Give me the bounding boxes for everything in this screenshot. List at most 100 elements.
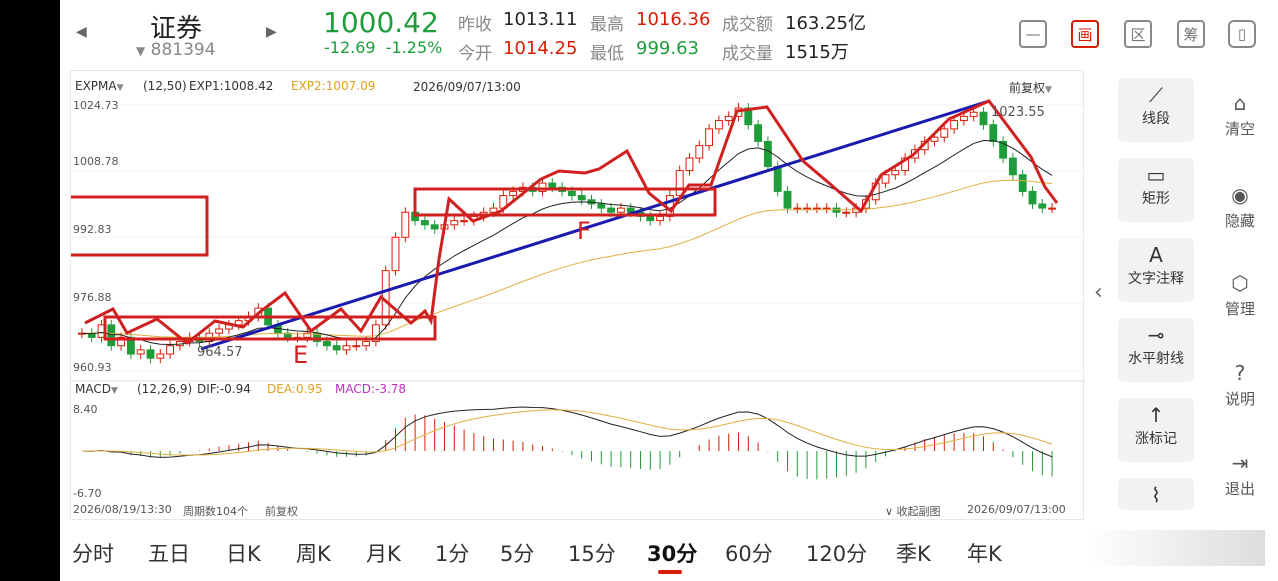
dea-value: DEA:0.95 bbox=[267, 382, 323, 396]
high-label: 最高 bbox=[590, 15, 624, 35]
tab-timeshare[interactable]: 分时 bbox=[72, 538, 114, 568]
side-help[interactable]: ? 说明 bbox=[1210, 358, 1270, 409]
candle bbox=[714, 120, 723, 130]
chevron-down-icon: ▼ bbox=[1045, 85, 1052, 95]
candle bbox=[420, 220, 429, 226]
candle bbox=[665, 195, 674, 217]
amount-value: 163.25亿 bbox=[785, 13, 866, 34]
candle bbox=[1018, 174, 1027, 192]
next-stock-icon[interactable]: ▶ bbox=[266, 24, 277, 40]
candle bbox=[783, 190, 792, 209]
candle bbox=[460, 220, 469, 223]
tab-15min[interactable]: 15分 bbox=[568, 538, 616, 568]
side-hide[interactable]: ◉ 隐藏 bbox=[1210, 180, 1270, 231]
chevron-down-icon: ▼ bbox=[116, 83, 124, 93]
candle bbox=[763, 140, 772, 167]
region-button[interactable]: 区 bbox=[1124, 20, 1152, 48]
indicator-selector[interactable]: EXPMA▼ bbox=[75, 79, 124, 93]
tab-week-k[interactable]: 周K bbox=[296, 538, 331, 568]
adjust-selector[interactable]: 前复权▼ bbox=[1009, 79, 1052, 96]
exit-icon: ⇥ bbox=[1231, 451, 1249, 475]
question-icon: ? bbox=[1234, 361, 1246, 385]
candle bbox=[215, 328, 224, 334]
settings-icon: ⬡ bbox=[1231, 271, 1249, 295]
side-manage[interactable]: ⬡ 管理 bbox=[1210, 268, 1270, 319]
candle bbox=[724, 115, 733, 122]
tab-5min[interactable]: 5分 bbox=[500, 538, 534, 568]
candle bbox=[607, 207, 616, 213]
candle bbox=[509, 190, 518, 197]
eye-icon: ◉ bbox=[1231, 183, 1249, 207]
candle bbox=[803, 207, 812, 210]
draw-button[interactable]: 画 bbox=[1071, 20, 1099, 48]
change-value: -12.69 bbox=[324, 38, 376, 57]
chevron-left-icon[interactable]: ‹ bbox=[1094, 280, 1103, 305]
chevron-down-icon: ▼ bbox=[110, 386, 118, 396]
tab-120min[interactable]: 120分 bbox=[806, 538, 867, 568]
candle bbox=[1008, 157, 1017, 176]
tool-up-mark[interactable]: ↑ 涨标记 bbox=[1118, 398, 1194, 462]
tool-more[interactable]: ⌇ bbox=[1118, 478, 1194, 510]
exp2-value: EXP2:1007.09 bbox=[291, 79, 376, 93]
candle bbox=[695, 145, 704, 159]
more-tabs-fade[interactable] bbox=[1085, 530, 1265, 566]
candle bbox=[999, 140, 1008, 159]
candle bbox=[597, 203, 606, 209]
tab-season-k[interactable]: 季K bbox=[896, 538, 931, 568]
tab-30min[interactable]: 30分 bbox=[647, 538, 697, 568]
candle bbox=[881, 174, 890, 184]
y-tick-3: 992.83 bbox=[73, 223, 112, 236]
trend-line bbox=[200, 99, 990, 351]
low-label: 最低 bbox=[590, 44, 624, 64]
side-exit[interactable]: ⇥ 退出 bbox=[1210, 448, 1270, 499]
tab-1min[interactable]: 1分 bbox=[435, 538, 469, 568]
indicator-params: (12,50) bbox=[143, 79, 187, 93]
change-pct: -1.25% bbox=[385, 38, 443, 57]
low-value: 999.63 bbox=[636, 38, 699, 59]
tool-rectangle[interactable]: ▭ 矩形 bbox=[1118, 158, 1194, 222]
candle bbox=[793, 207, 802, 210]
open-label: 今开 bbox=[458, 44, 492, 64]
tab-year-k[interactable]: 年K bbox=[967, 538, 1002, 568]
macd-value: MACD:-3.78 bbox=[335, 382, 407, 396]
candle bbox=[950, 120, 959, 130]
y-tick-2: 1008.78 bbox=[73, 155, 119, 168]
candle bbox=[940, 128, 949, 138]
volume-value: 1515万 bbox=[785, 42, 849, 63]
candle bbox=[812, 207, 821, 210]
candle bbox=[107, 324, 116, 347]
tab-month-k[interactable]: 月K bbox=[366, 538, 401, 568]
candle bbox=[959, 115, 968, 122]
stock-code: 881394 bbox=[150, 40, 216, 60]
candle bbox=[342, 345, 351, 351]
collapse-subchart[interactable]: ∨ 收起副图 bbox=[885, 503, 941, 519]
candle bbox=[352, 345, 361, 348]
tool-horizontal-ray[interactable]: ⊸ 水平射线 bbox=[1118, 318, 1194, 382]
candle bbox=[391, 236, 400, 272]
kline-chart[interactable]: EXPMA▼ (12,50) EXP1:1008.42 EXP2:1007.09… bbox=[70, 70, 1085, 520]
prev-stock-icon[interactable]: ◀ bbox=[76, 24, 87, 40]
minus-square-icon[interactable]: — bbox=[1019, 20, 1047, 48]
broom-icon: ⌂ bbox=[1233, 91, 1247, 115]
candle bbox=[616, 207, 625, 213]
tool-text-note[interactable]: A 文字注释 bbox=[1118, 238, 1194, 302]
open-value: 1014.25 bbox=[503, 38, 578, 59]
adjust-bottom: 前复权 bbox=[265, 505, 298, 518]
tool-segment[interactable]: ⟋ 线段 bbox=[1118, 78, 1194, 142]
candle bbox=[969, 111, 978, 117]
candle bbox=[705, 128, 714, 147]
active-tab-indicator bbox=[658, 570, 682, 574]
arrow-up-icon: ↑ bbox=[1147, 403, 1165, 427]
stock-code-row[interactable]: ▼ 881394 bbox=[136, 40, 216, 60]
macd-selector[interactable]: MACD▼ bbox=[75, 382, 118, 396]
end-date: 2026/09/07/13:00 bbox=[967, 503, 1066, 516]
ray-icon: ⊸ bbox=[1147, 323, 1165, 347]
tab-five-day[interactable]: 五日 bbox=[148, 538, 190, 568]
candle bbox=[685, 157, 694, 172]
tab-day-k[interactable]: 日K bbox=[226, 538, 261, 568]
candle bbox=[577, 195, 586, 201]
side-clear[interactable]: ⌂ 清空 bbox=[1210, 88, 1270, 139]
tab-60min[interactable]: 60分 bbox=[725, 538, 773, 568]
screen-switch-icon[interactable]: ▯ bbox=[1228, 20, 1256, 48]
chip-button[interactable]: 筹 bbox=[1177, 20, 1205, 48]
